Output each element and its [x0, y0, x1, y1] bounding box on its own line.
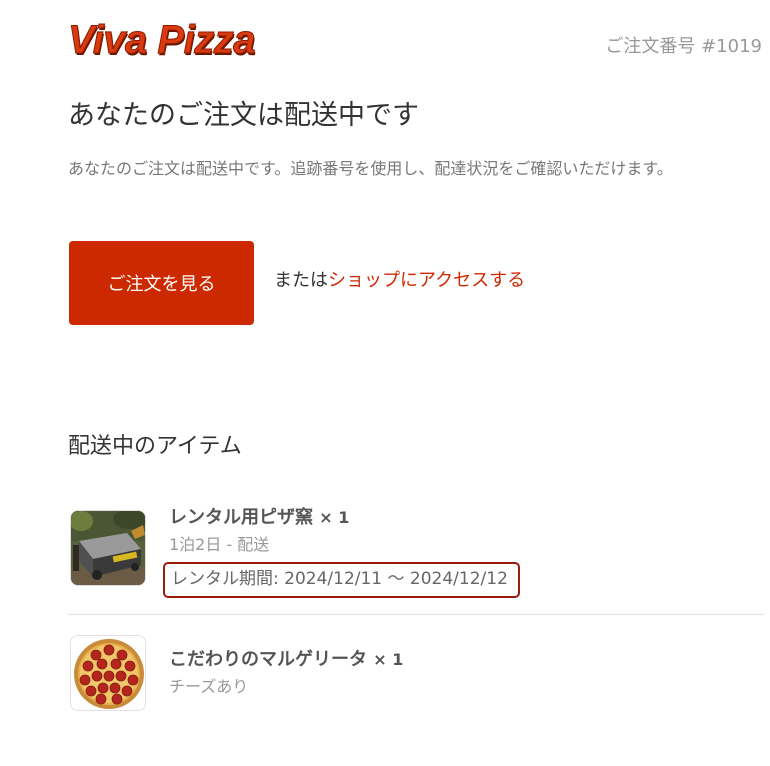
item-variant: 1泊2日 - 配送: [169, 535, 270, 554]
item-name: レンタル用ピザ窯 × 1: [169, 506, 349, 530]
item-quantity: × 1: [319, 508, 350, 527]
section-title: 配送中のアイテム: [68, 434, 242, 459]
rental-period-highlight: レンタル期間: 2024/12/11 〜 2024/12/12: [163, 562, 520, 598]
line-item: こだわりのマルゲリータ × 1 チーズあり: [68, 634, 764, 714]
status-description: あなたのご注文は配送中です。追跡番号を使用し、配達状況をご確認いただけます。: [68, 159, 673, 178]
shop-link[interactable]: ショップにアクセスする: [328, 270, 525, 291]
view-order-button[interactable]: ご注文を見る: [69, 241, 254, 325]
line-item: レンタル用ピザ窯 × 1 1泊2日 - 配送 レンタル期間: 2024/12/1…: [68, 506, 764, 615]
brand-logo: Viva Pizza: [68, 18, 256, 63]
item-name-text: レンタル用ピザ窯: [169, 507, 313, 528]
item-variant: チーズあり: [169, 677, 249, 696]
item-name-text: こだわりのマルゲリータ: [169, 649, 367, 670]
or-text: または: [274, 270, 328, 291]
item-quantity: × 1: [373, 650, 404, 669]
product-image-pizza: [70, 635, 146, 711]
product-image-pizza-oven: [70, 510, 146, 586]
order-number: ご注文番号 #1019: [605, 36, 762, 57]
item-name: こだわりのマルゲリータ × 1: [169, 648, 403, 672]
alternative-action: またはショップにアクセスする: [274, 268, 525, 294]
page-title: あなたのご注文は配送中です: [68, 100, 419, 131]
